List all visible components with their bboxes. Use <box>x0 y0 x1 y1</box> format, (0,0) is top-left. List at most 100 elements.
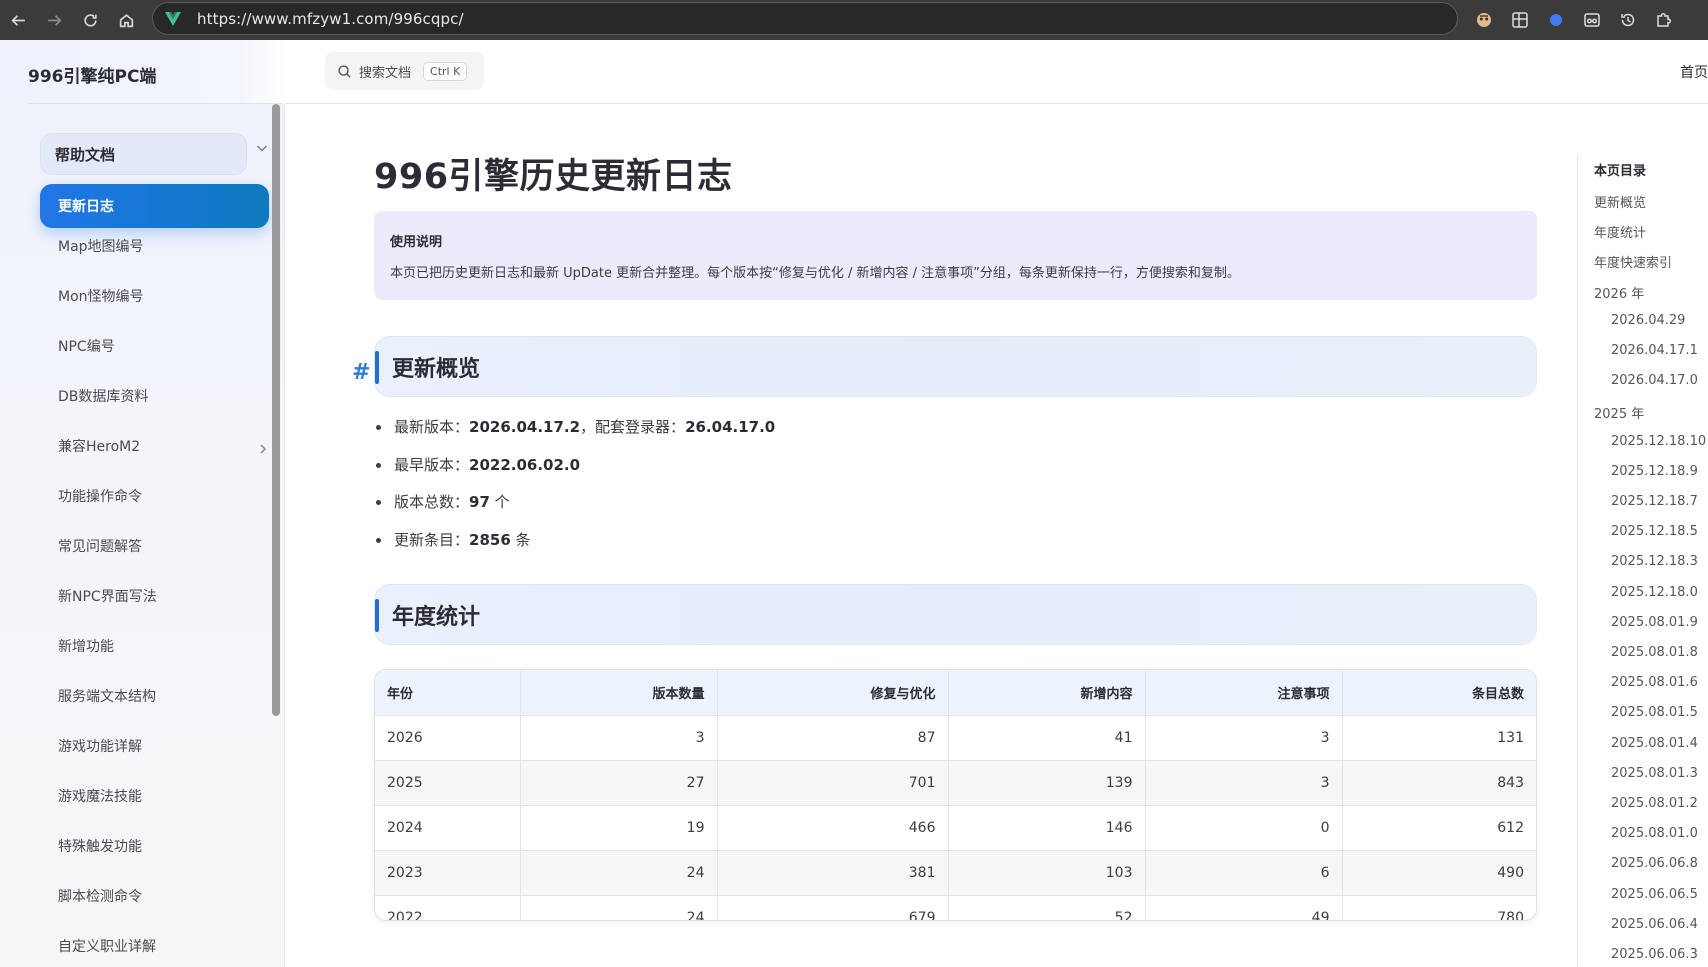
search-button[interactable]: 搜索文档 Ctrl K <box>325 52 484 90</box>
outline-link[interactable]: 2026.04.29 <box>1611 313 1685 328</box>
reload-button[interactable] <box>72 0 108 40</box>
table-cell: 41 <box>948 715 1146 761</box>
usage-tip: 使用说明 本页已把历史更新日志和最新 UpDate 更新合并整理。每个版本按“修… <box>374 211 1537 300</box>
outline-link[interactable]: 2025 年 <box>1594 403 1644 422</box>
table-cell: 3 <box>1145 715 1343 761</box>
outline-link[interactable]: 2025.08.01.4 <box>1611 736 1698 751</box>
sidebar-item-commands[interactable]: 功能操作命令 <box>58 486 142 506</box>
extension-goggles-icon[interactable] <box>1574 0 1610 40</box>
outline-link[interactable]: 2025.08.01.5 <box>1611 705 1698 720</box>
outline-link[interactable]: 年度统计 <box>1594 222 1646 241</box>
table-cell: 2025 <box>375 760 521 806</box>
outline-link[interactable]: 2025.08.01.6 <box>1611 675 1698 690</box>
home-button[interactable] <box>108 0 144 40</box>
outline-link[interactable]: 2025.12.18.0 <box>1611 585 1698 600</box>
outline-link[interactable]: 更新概览 <box>1594 192 1646 211</box>
outline-link[interactable]: 2025.06.06.3 <box>1611 947 1698 962</box>
chevron-down-icon[interactable] <box>255 141 269 155</box>
extension-circle-icon[interactable] <box>1538 0 1574 40</box>
arrow-left-icon <box>10 14 25 26</box>
table-cell: 49 <box>1145 895 1343 920</box>
section-heading-text: 年度统计 <box>392 605 481 630</box>
outline-divider <box>1577 155 1578 967</box>
sidebar-item-herom2[interactable]: 兼容HeroM2 <box>58 436 140 456</box>
outline-link[interactable]: 2025.06.06.4 <box>1611 917 1698 932</box>
sidebar-item-npc-ids[interactable]: NPC编号 <box>58 336 115 356</box>
back-button[interactable] <box>0 0 36 40</box>
table-cell: 87 <box>717 715 949 761</box>
outline-link[interactable]: 2025.06.06.5 <box>1611 887 1698 902</box>
tip-body: 本页已把历史更新日志和最新 UpDate 更新合并整理。每个版本按“修复与优化 … <box>390 266 1240 281</box>
outline-link[interactable]: 2026.04.17.0 <box>1611 373 1698 388</box>
sidebar-item-new-features[interactable]: 新增功能 <box>58 636 114 656</box>
sidebar-group-help-docs[interactable]: 帮助文档 <box>40 133 247 175</box>
sidebar-item-db-data[interactable]: DB数据库资料 <box>58 386 148 406</box>
table-row: 2024 19 466 146 0 612 <box>375 805 1536 851</box>
outline-link[interactable]: 2026 年 <box>1594 283 1644 302</box>
address-bar[interactable]: https://www.mfzyw1.com/996cqpc/ <box>152 2 1458 35</box>
outline-link[interactable]: 2025.08.01.2 <box>1611 796 1698 811</box>
brand[interactable]: 996引擎纯PC端 <box>0 40 290 104</box>
sidebar-item-map-ids[interactable]: Map地图编号 <box>58 236 144 256</box>
overview-value: 2022.06.02.0 <box>469 455 581 474</box>
tip-title: 使用说明 <box>390 235 443 250</box>
sidebar-item-magic-skills[interactable]: 游戏魔法技能 <box>58 786 142 806</box>
outline-link[interactable]: 2025.12.18.9 <box>1611 464 1698 479</box>
anchor-link-overview[interactable]: # <box>352 360 370 385</box>
section-heading-overview: 更新概览 <box>374 336 1537 397</box>
table-cell: 3 <box>1145 760 1343 806</box>
extension-face-icon[interactable] <box>1466 0 1502 40</box>
forward-button[interactable] <box>36 0 72 40</box>
list-item: 最早版本：2022.06.02.0 <box>376 454 775 492</box>
section-heading-text: 更新概览 <box>392 357 481 382</box>
table-cell: 701 <box>717 760 949 806</box>
sidebar-item-faq[interactable]: 常见问题解答 <box>58 536 142 556</box>
sidebar-item-changelog[interactable]: 更新日志 <box>40 184 269 228</box>
table-cell: 843 <box>1342 760 1536 806</box>
outline-link[interactable]: 2025.08.01.8 <box>1611 645 1698 660</box>
extension-area <box>1466 0 1682 40</box>
outline-link[interactable]: 2025.08.01.0 <box>1611 826 1698 841</box>
brand-name: 996引擎纯PC端 <box>28 67 157 87</box>
sidebar-item-game-features[interactable]: 游戏功能详解 <box>58 736 142 756</box>
extension-grid-icon[interactable] <box>1502 0 1538 40</box>
outline-link[interactable]: 2025.06.06.8 <box>1611 856 1698 871</box>
sidebar-item-label: 更新日志 <box>58 199 114 215</box>
sidebar-item-script-checks[interactable]: 脚本检测命令 <box>58 886 142 906</box>
sidebar-item-new-npc-ui[interactable]: 新NPC界面写法 <box>58 586 157 606</box>
search-placeholder: 搜索文档 <box>359 65 412 81</box>
sidebar-item-custom-jobs[interactable]: 自定义职业详解 <box>58 936 156 956</box>
outline-link[interactable]: 年度快速索引 <box>1594 252 1672 271</box>
url-text: https://www.mfzyw1.com/996cqpc/ <box>197 9 464 28</box>
table-cell: 466 <box>717 805 949 851</box>
outline-link[interactable]: 2025.12.18.5 <box>1611 524 1698 539</box>
outline-link[interactable]: 2025.12.18.7 <box>1611 494 1698 509</box>
sidebar-divider <box>284 104 285 967</box>
overview-suffix: 个 <box>489 493 510 511</box>
outline-link[interactable]: 2025.12.18.10 <box>1611 434 1706 449</box>
table-cell: 103 <box>948 850 1146 896</box>
heading-accent-bar <box>375 599 379 632</box>
chevron-right-icon[interactable] <box>257 443 269 455</box>
sidebar-item-special-triggers[interactable]: 特殊触发功能 <box>58 836 142 856</box>
table-row: 2026 3 87 41 3 131 <box>375 715 1536 761</box>
table-cell: 24 <box>520 850 718 896</box>
sidebar-item-monster-ids[interactable]: Mon怪物编号 <box>58 286 144 306</box>
column-header: 年份 <box>375 670 521 716</box>
nav-link-home[interactable]: 首页 <box>1680 62 1708 82</box>
outline-link[interactable]: 2025.08.01.9 <box>1611 615 1698 630</box>
search-icon <box>338 64 351 78</box>
arrow-right-icon <box>47 14 62 26</box>
table-cell: 612 <box>1342 805 1536 851</box>
outline-link[interactable]: 2026.04.17.1 <box>1611 343 1698 358</box>
extension-puzzle-icon[interactable] <box>1646 0 1682 40</box>
sidebar-scrollbar[interactable] <box>272 104 280 716</box>
outline-link[interactable]: 2025.12.18.3 <box>1611 554 1698 569</box>
sidebar-item-server-text[interactable]: 服务端文本结构 <box>58 686 156 706</box>
list-item: 版本总数：97 个 <box>376 491 775 529</box>
extension-history-icon[interactable] <box>1610 0 1646 40</box>
column-header: 修复与优化 <box>717 670 949 716</box>
overview-label: 最新版本： <box>394 418 470 436</box>
outline-link[interactable]: 2025.08.01.3 <box>1611 766 1698 781</box>
table-header-row: 年份 版本数量 修复与优化 新增内容 注意事项 条目总数 <box>375 670 1536 716</box>
